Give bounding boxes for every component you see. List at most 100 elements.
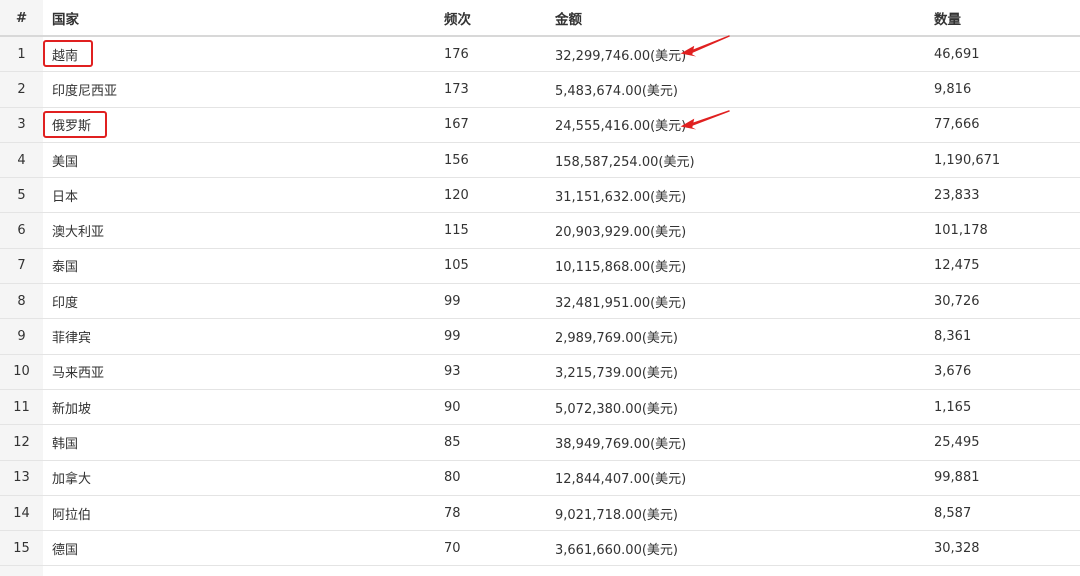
row-quantity: 77,666 (934, 117, 980, 133)
red-arrow-icon (680, 35, 730, 57)
table-row[interactable]: 5 日本 120 31,151,632.00(美元) 23,833 (0, 178, 1080, 214)
row-frequency: 176 (444, 46, 469, 62)
table-row[interactable]: 12 韩国 85 38,949,769.00(美元) 25,495 (0, 425, 1080, 461)
row-frequency: 99 (444, 329, 461, 345)
table-row[interactable]: 3 俄罗斯 167 24,555,416.00(美元) 77,666 (0, 107, 1080, 143)
row-quantity: 8,587 (934, 505, 972, 521)
table-row[interactable]: 1 越南 176 32,299,746.00(美元) 46,691 (0, 35, 1080, 73)
table-row[interactable]: 13 加拿大 80 12,844,407.00(美元) 99,881 (0, 460, 1080, 496)
row-index: 14 (13, 505, 30, 521)
row-index: 10 (13, 364, 30, 380)
row-index: 6 (17, 223, 26, 239)
row-frequency: 115 (444, 223, 469, 239)
table-row[interactable]: 8 印度 99 32,481,951.00(美元) 30,726 (0, 284, 1080, 320)
row-index: 11 (13, 399, 30, 415)
row-quantity: 12,475 (934, 258, 980, 274)
row-frequency: 105 (444, 258, 469, 274)
row-quantity: 3,676 (934, 364, 972, 380)
row-index: 15 (13, 540, 30, 556)
row-country: 韩国 (52, 436, 79, 452)
row-country: 新加坡 (52, 401, 92, 417)
row-amount: 24,555,416.00(美元) (555, 119, 687, 135)
row-amount: 3,215,739.00(美元) (555, 366, 678, 382)
row-amount: 31,151,632.00(美元) (555, 189, 687, 205)
table-row[interactable]: 2 印度尼西亚 173 5,483,674.00(美元) 9,816 (0, 72, 1080, 108)
header-quantity[interactable]: 数量 (934, 0, 961, 35)
row-amount: 32,299,746.00(美元) (555, 48, 687, 64)
row-frequency: 156 (444, 152, 469, 168)
table-row[interactable]: 4 美国 156 158,587,254.00(美元) 1,190,671 (0, 142, 1080, 179)
index-column-bg (0, 566, 43, 576)
row-quantity: 8,361 (934, 329, 972, 345)
row-frequency: 173 (444, 81, 469, 97)
row-index: 1 (17, 46, 26, 62)
header-amount[interactable]: 金额 (555, 0, 582, 35)
row-amount: 20,903,929.00(美元) (555, 225, 687, 241)
row-frequency: 120 (444, 187, 469, 203)
table-row[interactable]: 6 澳大利亚 115 20,903,929.00(美元) 101,178 (0, 213, 1080, 249)
row-quantity: 23,833 (934, 187, 980, 203)
row-index: 13 (13, 470, 30, 486)
table-body: 1 越南 176 32,299,746.00(美元) 46,691 2 印度尼西亚 173 5,… (0, 35, 1080, 567)
row-country: 澳大利亚 (52, 225, 105, 241)
header-country[interactable]: 国家 (52, 0, 79, 35)
row-quantity: 30,328 (934, 540, 980, 556)
row-country: 泰国 (52, 260, 79, 276)
row-quantity: 30,726 (934, 293, 980, 309)
row-frequency: 90 (444, 399, 461, 415)
table-row[interactable]: 7 泰国 105 10,115,868.00(美元) 12,475 (0, 248, 1080, 285)
row-country: 阿拉伯 (52, 507, 92, 523)
row-amount: 38,949,769.00(美元) (555, 436, 687, 452)
row-frequency: 70 (444, 540, 461, 556)
row-index: 5 (17, 187, 26, 203)
row-index: 7 (17, 258, 26, 274)
row-amount: 12,844,407.00(美元) (555, 472, 687, 488)
row-amount: 2,989,769.00(美元) (555, 331, 678, 347)
row-amount: 3,661,660.00(美元) (555, 542, 678, 558)
row-index: 2 (17, 81, 26, 97)
row-country: 马来西亚 (52, 366, 105, 382)
row-quantity: 9,816 (934, 81, 972, 97)
table-row[interactable]: 9 菲律宾 99 2,989,769.00(美元) 8,361 (0, 319, 1080, 355)
row-quantity: 1,190,671 (934, 152, 1001, 168)
row-quantity: 1,165 (934, 399, 972, 415)
header-frequency[interactable]: 频次 (444, 0, 471, 35)
row-quantity: 46,691 (934, 46, 980, 62)
table-header-row: # 国家 频次 金额 数量 (0, 0, 1080, 37)
table-bottom-edge (0, 566, 1080, 576)
red-arrow-icon (680, 109, 730, 130)
row-amount: 9,021,718.00(美元) (555, 507, 678, 523)
row-amount: 5,072,380.00(美元) (555, 401, 678, 417)
row-quantity: 99,881 (934, 470, 980, 486)
header-index: # (15, 9, 28, 26)
row-index: 8 (17, 293, 26, 309)
highlight-box (43, 110, 107, 138)
row-country: 菲律宾 (52, 331, 92, 347)
row-frequency: 78 (444, 505, 461, 521)
row-amount: 10,115,868.00(美元) (555, 260, 687, 276)
row-frequency: 167 (444, 117, 469, 133)
row-frequency: 99 (444, 293, 461, 309)
row-country: 德国 (52, 542, 79, 558)
trade-country-table: # 国家 频次 金额 数量 1 越南 176 32,299,746.00(美元) 46,… (0, 0, 1080, 567)
row-country: 印度 (52, 295, 79, 311)
row-country: 日本 (52, 189, 79, 205)
table-row[interactable]: 15 德国 70 3,661,660.00(美元) 30,328 (0, 531, 1080, 567)
row-amount: 5,483,674.00(美元) (555, 83, 678, 99)
row-amount: 158,587,254.00(美元) (555, 154, 695, 170)
row-frequency: 93 (444, 364, 461, 380)
row-index: 12 (13, 434, 30, 450)
row-quantity: 101,178 (934, 223, 988, 239)
row-country: 美国 (52, 154, 79, 170)
row-index: 4 (17, 152, 26, 168)
row-amount: 32,481,951.00(美元) (555, 295, 687, 311)
row-country: 加拿大 (52, 472, 92, 488)
row-country: 印度尼西亚 (52, 83, 118, 99)
table-row[interactable]: 14 阿拉伯 78 9,021,718.00(美元) 8,587 (0, 495, 1080, 532)
row-index: 9 (17, 329, 26, 345)
row-frequency: 80 (444, 470, 461, 486)
row-quantity: 25,495 (934, 434, 980, 450)
table-row[interactable]: 11 新加坡 90 5,072,380.00(美元) 1,165 (0, 389, 1080, 426)
row-index: 3 (17, 117, 26, 133)
table-row[interactable]: 10 马来西亚 93 3,215,739.00(美元) 3,676 (0, 354, 1080, 390)
